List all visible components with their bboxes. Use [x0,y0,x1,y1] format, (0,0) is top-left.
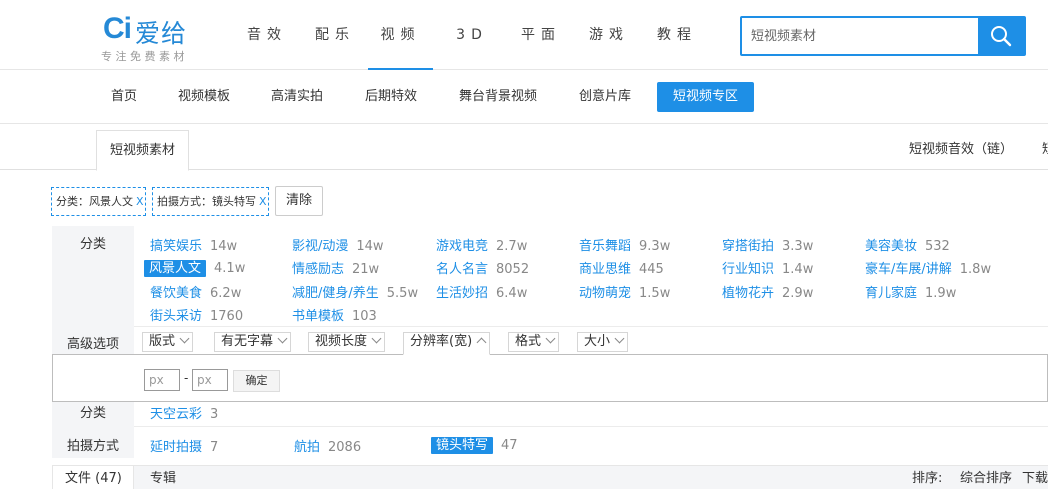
tab-clipped[interactable]: 短 [1042,130,1048,170]
subnav-item-short-video[interactable]: 短视频专区 [657,82,754,112]
subnav-item-hd-footage[interactable]: 高清实拍 [262,82,332,112]
category-item[interactable]: 餐饮美食 6.2w [150,282,241,301]
filter-chip-method[interactable]: 拍摄方式：镜头特写 X [152,187,269,216]
category-item[interactable]: 游戏电竞 2.7w [436,235,527,254]
category-item[interactable]: 穿搭街拍 3.3w [722,235,813,254]
clear-button[interactable]: 清除 [275,186,323,216]
dropdown-format[interactable]: 格式 [508,332,560,352]
filter-chip-category[interactable]: 分类：风景人文 X [51,187,146,216]
resolution-popup: - 确定 [52,354,1048,402]
tab-short-video-sound[interactable]: 短视频音效（链） [909,130,1013,170]
logo-name: 爱给 [135,19,188,48]
dropdown-video-length[interactable]: 视频长度 [308,332,386,352]
top-header: Ci 爱给 专注免费素材 音效 配乐 视频 3D 平面 游戏 教程 [0,0,1048,70]
category-item[interactable]: 减肥/健身/养生 5.5w [292,282,418,301]
category-item[interactable]: 搞笑娱乐 14w [150,235,237,254]
close-icon[interactable]: X [259,195,267,208]
category-item[interactable]: 生活妙招 6.4w [436,282,527,301]
close-icon[interactable]: X [136,195,144,208]
category-item[interactable]: 名人名言 8052 [436,258,529,277]
sort-label: 排序: [912,471,943,486]
method-item-selected[interactable]: 镜头特写 47 [431,434,518,454]
subnav-item-post-effects[interactable]: 后期特效 [356,82,426,112]
category-item[interactable]: 动物萌宠 1.5w [579,282,670,301]
sub-nav: 首页 视频模板 高清实拍 后期特效 舞台背景视频 创意片库 短视频专区 [0,70,1048,124]
dropdown-subtitle[interactable]: 有无字幕 [214,332,292,352]
tab-files[interactable]: 文件 (47) [52,466,134,489]
nav-item-game[interactable]: 游戏 [586,0,632,70]
tab-short-video-material[interactable]: 短视频素材 [96,130,189,171]
category-item[interactable]: 豪车/车展/讲解 1.8w [865,258,991,277]
category-item-selected[interactable]: 风景人文 4.1w [144,257,245,277]
method-label: 拍摄方式 [66,439,119,454]
category-item[interactable]: 美容美妆 532 [865,235,950,254]
search-icon [991,26,1012,47]
resolution-min-input[interactable] [144,369,180,391]
category-item[interactable]: 情感励志 21w [292,258,379,277]
method-item[interactable]: 航拍 2086 [294,436,361,455]
search-button[interactable] [978,18,1024,54]
dropdown-size[interactable]: 大小 [577,332,629,352]
subnav-item-video-template[interactable]: 视频模板 [170,82,238,112]
download-sort[interactable]: 下载 [1022,466,1048,489]
method-item[interactable]: 延时拍摄 7 [150,436,218,455]
category-item[interactable]: 行业知识 1.4w [722,258,813,277]
category-item[interactable]: 书单模板 103 [292,305,377,324]
nav-item-graphic[interactable]: 平面 [518,0,564,70]
logo-mark: Ci [103,12,132,45]
sort-dropdown[interactable]: 综合排序 [960,466,1012,489]
category-item[interactable]: 街头采访 1760 [150,305,243,324]
nav-item-3d[interactable]: 3D [452,0,492,70]
subnav-item-home[interactable]: 首页 [100,82,148,112]
nav-item-video[interactable]: 视频 [368,0,433,70]
confirm-button[interactable]: 确定 [233,370,280,392]
row-divider [134,426,1048,427]
result-bar: 文件 (47) 专辑 排序: 综合排序 下载 [52,465,1048,489]
site-logo[interactable]: Ci 爱给 专注免费素材 [101,12,211,64]
search-input[interactable] [742,18,980,54]
tab-albums[interactable]: 专辑 [150,466,176,489]
subcategory-item[interactable]: 天空云彩 3 [150,403,218,422]
nav-item-sound[interactable]: 音效 [244,0,290,70]
nav-item-music[interactable]: 配乐 [312,0,358,70]
category-item[interactable]: 商业思维 445 [579,258,664,277]
range-dash: - [184,371,189,385]
category-item[interactable]: 音乐舞蹈 9.3w [579,235,670,254]
subnav-item-creative-clips[interactable]: 创意片库 [570,82,640,112]
category-label: 分类 [79,237,106,252]
chip-label: 分类：风景人文 [56,195,133,208]
dropdown-resolution-width[interactable]: 分辨率(宽) [403,332,491,355]
dropdown-layout[interactable]: 版式 [142,332,194,352]
subcategory-label: 分类 [79,406,106,421]
search-box [740,16,1026,56]
content-tabs: 短视频素材 短视频音效（链） 短 [0,130,1048,171]
row-divider [134,326,1048,327]
category-item[interactable]: 植物花卉 2.9w [722,282,813,301]
resolution-max-input[interactable] [192,369,228,391]
subnav-item-stage-bg[interactable]: 舞台背景视频 [450,82,546,112]
category-item[interactable]: 育儿家庭 1.9w [865,282,956,301]
category-item[interactable]: 影视/动漫 14w [292,235,384,254]
logo-slogan: 专注免费素材 [101,50,188,63]
advanced-label: 高级选项 [66,337,119,352]
chip-label: 拍摄方式：镜头特写 [157,195,256,208]
nav-item-tutorial[interactable]: 教程 [654,0,700,70]
